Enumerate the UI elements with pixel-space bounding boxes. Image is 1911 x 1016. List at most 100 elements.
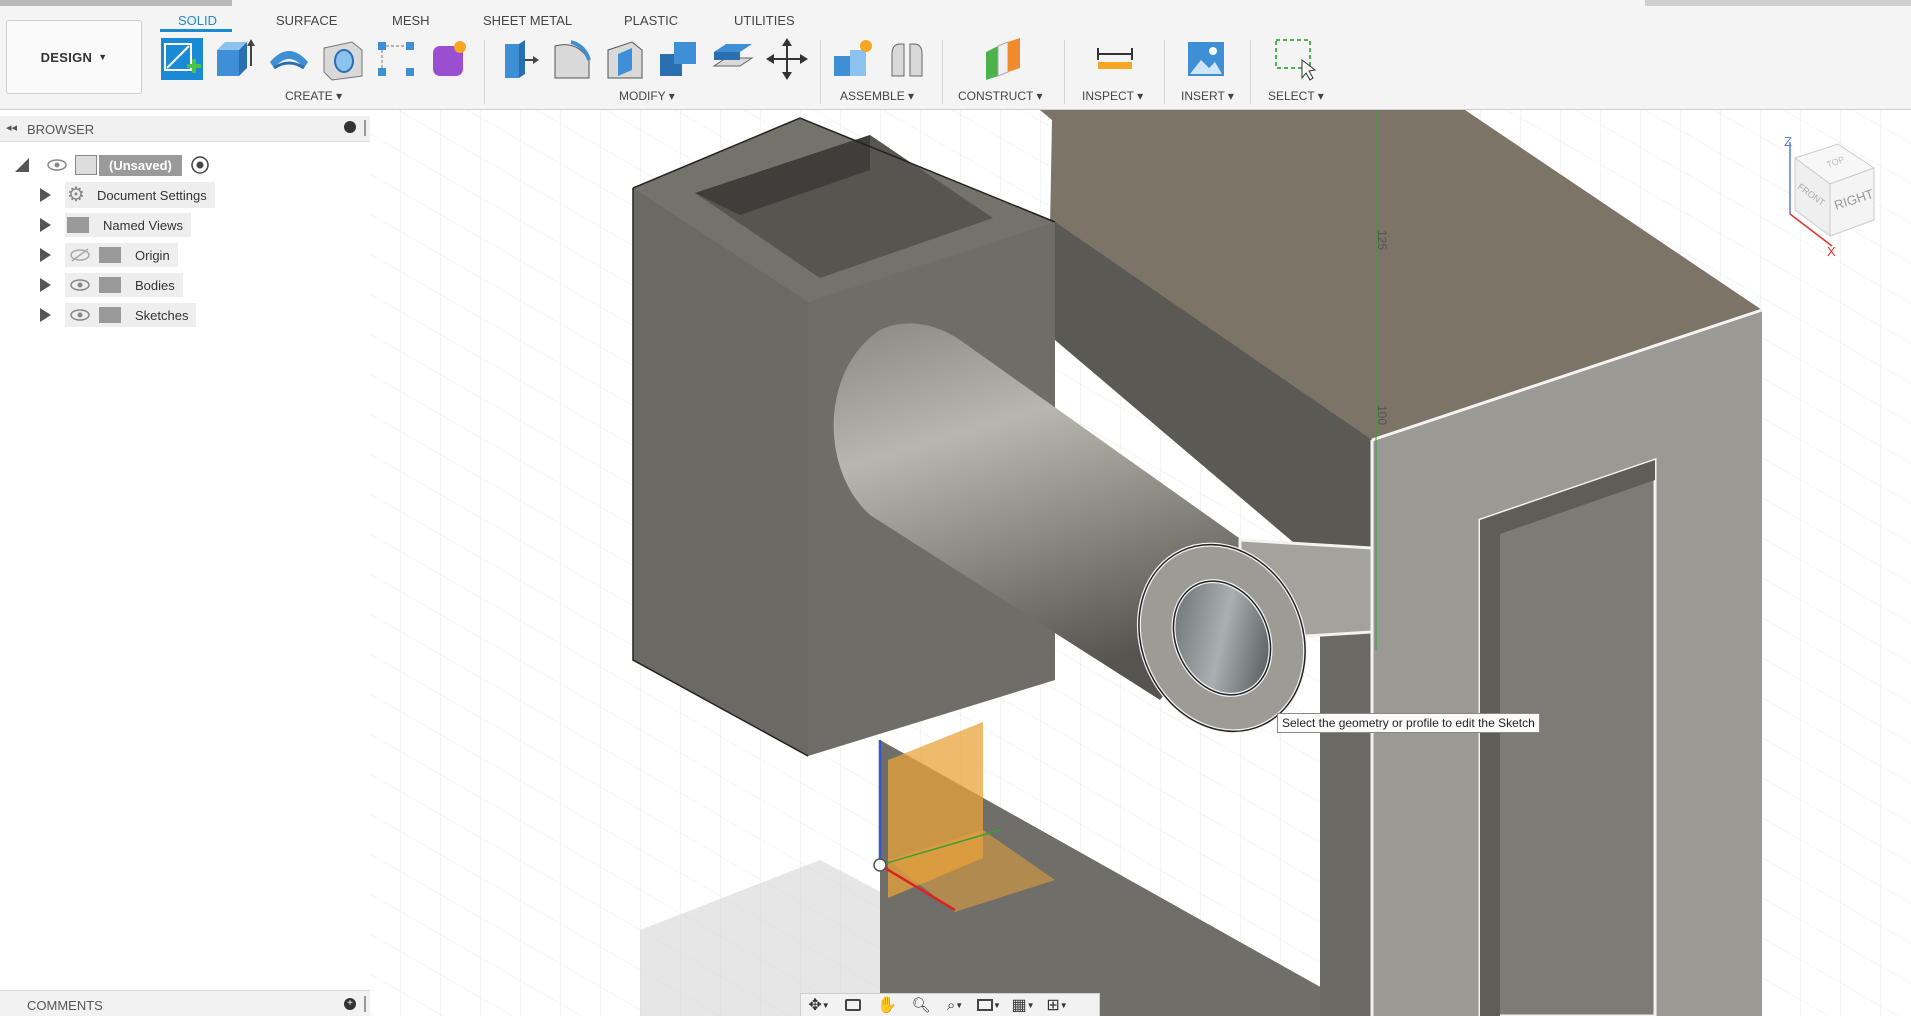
- minus-circle-icon[interactable]: [344, 121, 356, 133]
- tree-item-bodies[interactable]: Bodies: [40, 272, 183, 298]
- separator: [820, 40, 821, 104]
- hole-button[interactable]: [320, 36, 366, 82]
- tree-root-label[interactable]: (Unsaved): [99, 154, 182, 176]
- dimension-label-125: 125: [1375, 230, 1389, 250]
- tab-sheet-metal[interactable]: SHEET METAL: [483, 13, 572, 28]
- expand-triangle-icon[interactable]: [40, 248, 51, 262]
- insert-label: INSERT: [1181, 89, 1225, 103]
- workspace-label: DESIGN: [40, 49, 93, 65]
- window-select-button[interactable]: [1272, 36, 1318, 82]
- press-pull-button[interactable]: [495, 36, 541, 82]
- model-canvas[interactable]: 125 100 RIGHT FRONT TOP Z X: [370, 110, 1911, 1016]
- select-group-label[interactable]: SELECT ▾: [1268, 89, 1324, 103]
- create-sketch-button[interactable]: [159, 36, 205, 82]
- revolve-button[interactable]: [266, 36, 312, 82]
- pan-button[interactable]: ✋: [873, 995, 901, 1015]
- extrude-button[interactable]: [211, 36, 257, 82]
- fillet-button[interactable]: [549, 36, 595, 82]
- expand-triangle-icon[interactable]: [40, 308, 51, 322]
- revolve-icon: [270, 51, 308, 70]
- grid-icon: ▦: [1011, 997, 1027, 1014]
- tree-item-label: Origin: [135, 247, 170, 263]
- navigation-bar: ✥ ▼ ✋ 🔍︎ ⌕ ▼ ▼ ▦ ▼ ⊞ ▼: [800, 993, 1100, 1016]
- move-copy-button[interactable]: [764, 36, 810, 82]
- tree-item-document-settings[interactable]: ⚙ Document Settings: [40, 182, 215, 208]
- offset-face-button[interactable]: [710, 36, 756, 82]
- measure-button[interactable]: [1092, 36, 1138, 82]
- canvas-viewport[interactable]: 125 100 RIGHT FRONT TOP Z X Select the g…: [370, 110, 1911, 1016]
- tree-item-origin[interactable]: Origin: [40, 242, 178, 268]
- tab-solid[interactable]: SOLID: [178, 13, 217, 28]
- select-box-icon: [1275, 39, 1317, 81]
- tree-item-label: Document Settings: [96, 187, 207, 203]
- tree-item-named-views[interactable]: Named Views: [40, 212, 191, 238]
- tab-utilities[interactable]: UTILITIES: [734, 13, 795, 28]
- zoom-button[interactable]: 🔍︎: [907, 995, 935, 1015]
- panel-grip-icon[interactable]: [364, 120, 366, 136]
- plane-icon: [986, 38, 1020, 80]
- new-component-button[interactable]: [830, 36, 876, 82]
- window-cutout[interactable]: [1478, 457, 1657, 1016]
- comments-panel[interactable]: COMMENTS +: [0, 990, 370, 1016]
- offset-plane-button[interactable]: [980, 36, 1026, 82]
- assemble-group-label[interactable]: ASSEMBLE ▾: [840, 89, 914, 103]
- inspect-label: INSPECT: [1082, 89, 1134, 103]
- separator: [1250, 40, 1251, 104]
- insert-group-label[interactable]: INSERT ▾: [1181, 89, 1234, 103]
- select-label: SELECT: [1268, 89, 1315, 103]
- chevron-down-icon: ▼: [1026, 1000, 1035, 1010]
- tree-item-label: Sketches: [135, 307, 189, 323]
- inspect-group-label[interactable]: INSPECT ▾: [1082, 89, 1143, 103]
- workspace-dropdown[interactable]: DESIGN ▼: [6, 20, 142, 94]
- plus-circle-icon[interactable]: +: [344, 998, 356, 1010]
- pattern-button[interactable]: [373, 36, 419, 82]
- tree-item-box: Bodies: [65, 273, 183, 297]
- folder-icon: [99, 307, 121, 323]
- origin-point[interactable]: [873, 858, 887, 872]
- create-form-button[interactable]: [427, 36, 473, 82]
- toolbar: DESIGN ▼ SOLID SURFACE MESH SHEET METAL …: [0, 0, 1911, 110]
- collapse-panel-icon[interactable]: ◂◂: [6, 121, 17, 134]
- create-group-label[interactable]: CREATE ▾: [285, 89, 342, 103]
- collapse-triangle-icon[interactable]: [15, 158, 29, 172]
- joint-button[interactable]: [884, 36, 930, 82]
- chamfer-button[interactable]: [602, 36, 648, 82]
- press-pull-icon: [505, 40, 539, 78]
- tree-root-row[interactable]: (Unsaved): [15, 152, 210, 178]
- eye-icon[interactable]: [47, 158, 67, 172]
- viewports-button[interactable]: ⊞ ▼: [1043, 995, 1071, 1015]
- view-cube-z-label: Z: [1784, 134, 1792, 149]
- assemble-label: ASSEMBLE: [840, 89, 905, 103]
- combine-button[interactable]: [656, 36, 702, 82]
- orbit-button[interactable]: ✥ ▼: [805, 995, 833, 1015]
- look-at-button[interactable]: [839, 995, 867, 1015]
- modify-group-label[interactable]: MODIFY ▾: [619, 89, 675, 103]
- pattern-icon: [378, 42, 414, 76]
- component-icon: [834, 40, 872, 76]
- expand-triangle-icon[interactable]: [40, 188, 51, 202]
- activate-radio-icon[interactable]: [190, 155, 210, 175]
- insert-canvas-button[interactable]: [1183, 36, 1229, 82]
- panel-grip-icon[interactable]: [364, 996, 366, 1012]
- tab-surface[interactable]: SURFACE: [276, 13, 337, 28]
- expand-triangle-icon[interactable]: [40, 278, 51, 292]
- tab-plastic[interactable]: PLASTIC: [624, 13, 678, 28]
- tree-item-sketches[interactable]: Sketches: [40, 302, 197, 328]
- eye-hidden-icon[interactable]: [69, 248, 91, 262]
- construct-label: CONSTRUCT: [958, 89, 1034, 103]
- display-settings-button[interactable]: ▼: [975, 995, 1003, 1015]
- eye-icon[interactable]: [69, 308, 91, 322]
- folder-icon: [99, 247, 121, 263]
- viewports-icon: ⊞: [1046, 997, 1060, 1014]
- offset-face-icon: [712, 44, 754, 67]
- expand-triangle-icon[interactable]: [40, 218, 51, 232]
- chevron-down-icon: ▼: [1059, 1000, 1068, 1010]
- eye-icon[interactable]: [69, 278, 91, 292]
- construct-group-label[interactable]: CONSTRUCT ▾: [958, 89, 1042, 103]
- chevron-down-icon: ▼: [821, 1000, 830, 1010]
- fit-button[interactable]: ⌕ ▼: [941, 995, 969, 1015]
- tab-mesh[interactable]: MESH: [392, 13, 430, 28]
- hand-icon: ✋: [877, 997, 897, 1014]
- grid-settings-button[interactable]: ▦ ▼: [1009, 995, 1037, 1015]
- dimension-label-100: 100: [1375, 405, 1389, 425]
